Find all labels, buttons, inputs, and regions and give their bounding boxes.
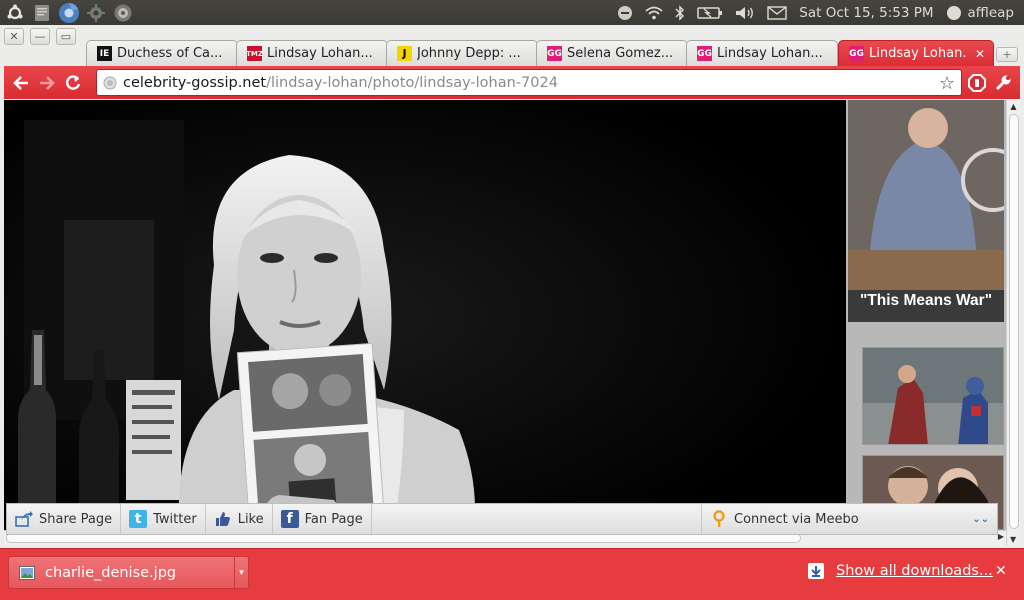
window-controls: ✕ — ▭ — [4, 28, 82, 45]
settings-wrench-button[interactable] — [990, 70, 1016, 96]
download-filename: charlie_denise.jpg — [45, 564, 177, 581]
forward-arrow-icon — [40, 75, 55, 90]
facebook-icon: f — [280, 510, 299, 528]
tab-title: Duchess of Ca... — [117, 46, 223, 61]
scroll-right-arrow-icon[interactable]: ▶ — [998, 532, 1004, 541]
share-bar-spacer — [372, 504, 701, 534]
tab-title: Lindsay Lohan... — [869, 46, 967, 61]
show-all-downloads[interactable]: Show all downloads... — [808, 563, 993, 579]
clock[interactable]: Sat Oct 15, 5:53 PM — [799, 5, 933, 21]
tab-title: Selena Gomez... — [567, 46, 674, 61]
meebo-icon — [710, 510, 728, 528]
image-file-icon — [19, 565, 35, 580]
address-bar[interactable]: celebrity-gossip.net/lindsay-lohan/photo… — [96, 69, 962, 96]
system-settings-icon[interactable] — [84, 1, 108, 25]
related-thumbnail-1[interactable]: "This Means War" — [848, 100, 1004, 322]
download-item[interactable]: charlie_denise.jpg ▾ — [8, 556, 249, 589]
adblock-button[interactable] — [964, 70, 990, 96]
celebrity-photo[interactable] — [4, 100, 846, 530]
messaging-indicator-icon[interactable] — [617, 5, 633, 21]
minimize-icon: — — [34, 30, 46, 43]
tab-2[interactable]: TMZ Lindsay Lohan... — [236, 40, 388, 66]
browser-window: ✕ — ▭ IE Duchess of Ca... TMZ Lindsay Lo… — [0, 25, 1024, 600]
reload-button[interactable] — [60, 70, 86, 96]
tab-1[interactable]: IE Duchess of Ca... — [86, 40, 238, 66]
reload-icon — [66, 74, 81, 90]
related-caption[interactable]: "This Means War" — [848, 292, 1004, 310]
page-info-icon[interactable] — [103, 76, 117, 90]
software-center-icon[interactable] — [111, 1, 135, 25]
bookmark-star-icon[interactable]: ☆ — [939, 73, 955, 94]
tab-5[interactable]: GG Lindsay Lohan... — [686, 40, 838, 66]
like-label: Like — [237, 511, 264, 527]
url-path: /lindsay-lohan/photo/lindsay-lohan-7024 — [266, 74, 558, 91]
close-tab-icon[interactable]: ✕ — [975, 47, 985, 61]
url-host: celebrity-gossip.net — [123, 74, 267, 91]
back-button[interactable] — [8, 70, 34, 96]
top-panel: Sat Oct 15, 5:53 PM affleap — [0, 0, 1024, 25]
tab-strip: IE Duchess of Ca... TMZ Lindsay Lohan...… — [86, 40, 996, 66]
download-shelf: charlie_denise.jpg ▾ Show all downloads.… — [0, 548, 1024, 600]
downloads-arrow-icon — [808, 563, 824, 579]
mail-icon[interactable] — [767, 5, 787, 20]
chromium-icon[interactable] — [57, 1, 81, 25]
scroll-down-arrow-icon[interactable]: ▼ — [1010, 535, 1016, 544]
tab-6-active[interactable]: GG Lindsay Lohan... ✕ — [838, 40, 994, 66]
scroll-up-arrow-icon[interactable]: ▲ — [1007, 102, 1020, 111]
tab-4[interactable]: GG Selena Gomez... — [536, 40, 688, 66]
user-name[interactable]: affleap — [968, 5, 1014, 21]
close-icon: ✕ — [9, 30, 19, 43]
share-arrow-icon — [15, 510, 33, 528]
meebo-label: Connect via Meebo — [734, 511, 859, 527]
tab-favicon: GG — [849, 46, 864, 61]
forward-button[interactable] — [34, 70, 60, 96]
tab-favicon: GG — [697, 46, 712, 61]
text-editor-icon[interactable] — [30, 1, 54, 25]
related-sidebar: "This Means War" — [846, 100, 1006, 530]
wifi-icon[interactable] — [645, 6, 663, 20]
connect-meebo-button[interactable]: Connect via Meebo ⌄⌄ — [701, 504, 997, 534]
maximize-window-button[interactable]: ▭ — [56, 28, 76, 45]
browser-toolbar: celebrity-gossip.net/lindsay-lohan/photo… — [4, 66, 1020, 99]
tab-title: Johnny Depp: ... — [417, 46, 521, 61]
collapse-chevron-icon[interactable]: ⌄⌄ — [972, 514, 989, 525]
share-page-label: Share Page — [39, 511, 113, 527]
twitter-icon: t — [129, 510, 148, 528]
show-all-downloads-link[interactable]: Show all downloads... — [836, 563, 993, 579]
plus-icon: + — [1002, 48, 1012, 61]
twitter-label: Twitter — [153, 511, 197, 527]
tab-favicon: J — [397, 46, 412, 61]
maximize-icon: ▭ — [60, 30, 72, 43]
vertical-scrollbar[interactable]: ▲ ▼ — [1006, 100, 1020, 545]
close-window-button[interactable]: ✕ — [4, 28, 24, 45]
download-menu-chevron-icon[interactable]: ▾ — [234, 557, 248, 588]
twitter-button[interactable]: t Twitter — [121, 504, 206, 534]
tab-title: Lindsay Lohan... — [267, 46, 373, 61]
back-arrow-icon — [13, 75, 28, 90]
battery-icon[interactable] — [697, 6, 723, 20]
bluetooth-icon[interactable] — [675, 4, 685, 21]
fan-page-button[interactable]: f Fan Page — [273, 504, 372, 534]
close-shelf-icon[interactable]: ✕ — [995, 563, 1007, 579]
stop-hand-icon — [968, 74, 986, 92]
tab-favicon: TMZ — [246, 46, 263, 61]
fan-page-label: Fan Page — [304, 511, 363, 527]
related-thumbnail-2[interactable] — [862, 347, 1004, 445]
thumbs-up-icon — [214, 510, 232, 528]
user-status-icon — [946, 5, 962, 21]
wrench-icon — [995, 75, 1011, 91]
ubuntu-logo-icon[interactable] — [3, 1, 27, 25]
tab-title: Lindsay Lohan... — [717, 46, 823, 61]
share-page-button[interactable]: Share Page — [7, 504, 122, 534]
volume-icon[interactable] — [735, 6, 755, 20]
new-tab-button[interactable]: + — [996, 47, 1018, 62]
minimize-window-button[interactable]: — — [30, 28, 50, 45]
social-share-bar: Share Page t Twitter Like f Fan Page Con… — [6, 503, 998, 535]
vertical-scroll-thumb[interactable] — [1009, 114, 1019, 529]
tab-favicon: IE — [97, 46, 112, 61]
like-button[interactable]: Like — [206, 504, 273, 534]
tab-favicon: GG — [547, 46, 562, 61]
tab-3[interactable]: J Johnny Depp: ... — [386, 40, 538, 66]
page-content: "This Means War" ▲ ▼ ▶ — [4, 100, 1020, 545]
